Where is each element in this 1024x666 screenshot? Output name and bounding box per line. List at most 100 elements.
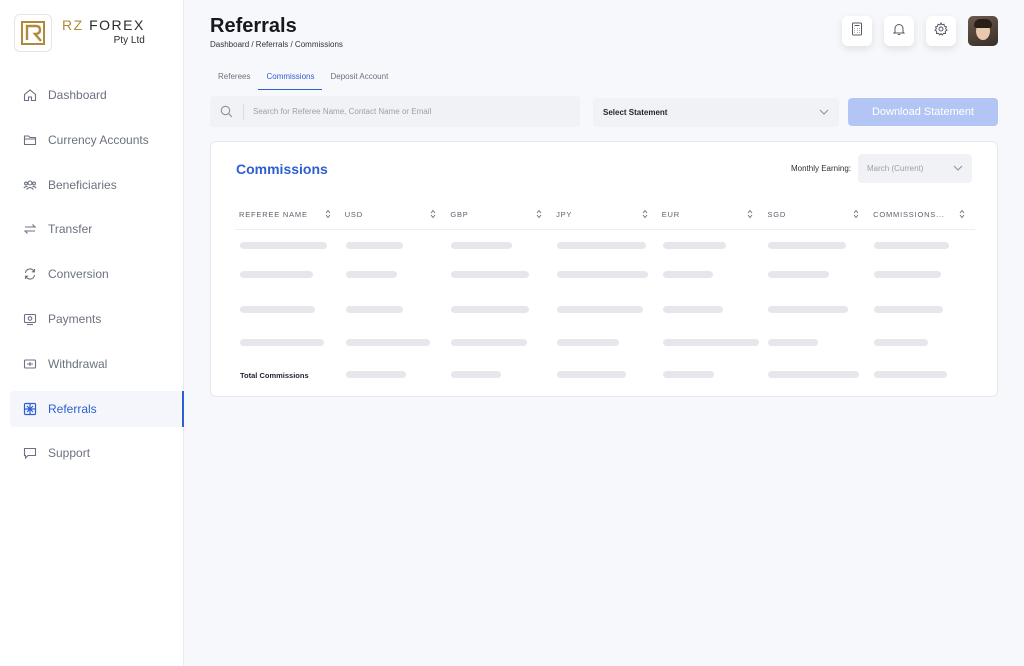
loading-placeholder: [451, 370, 502, 378]
download-statement-button[interactable]: Download Statement: [848, 98, 998, 126]
brand-subtitle: Pty Ltd: [113, 35, 145, 46]
table-header: REFEREE NAME USD GBP JPY EUR SGD COMMISS…: [235, 200, 975, 230]
sidebar-item-referrals[interactable]: Referrals: [10, 390, 184, 427]
loading-placeholder: [768, 241, 847, 249]
brand-name: RZ FOREX: [62, 17, 145, 33]
sidebar-item-payments[interactable]: Payments: [10, 301, 184, 337]
chevron-down-icon: [953, 164, 963, 173]
sidebar-item-label: Currency Accounts: [48, 132, 149, 147]
tab-commissions[interactable]: Commissions: [258, 68, 323, 90]
calculator-icon: [850, 22, 864, 41]
column-header-commissions[interactable]: COMMISSIONS...: [869, 200, 975, 229]
search-icon: [210, 103, 244, 120]
sidebar-item-beneficiaries[interactable]: Beneficiaries: [10, 167, 184, 203]
sidebar-item-label: Beneficiaries: [48, 177, 117, 192]
calculator-button[interactable]: [842, 16, 872, 46]
header-actions: [842, 16, 998, 46]
loading-placeholder: [557, 338, 620, 346]
sidebar-item-label: Conversion: [48, 267, 109, 282]
sidebar-item-label: Transfer: [48, 222, 93, 237]
column-header-usd[interactable]: USD: [341, 200, 447, 229]
main-content: Referrals Dashboard / Referrals / Commis…: [184, 0, 1024, 666]
sort-icon: [430, 209, 436, 221]
sidebar-item-currency-accounts[interactable]: Currency Accounts: [10, 122, 184, 158]
notifications-button[interactable]: [884, 16, 914, 46]
sidebar-nav: Dashboard Currency Accounts Beneficiarie…: [10, 77, 184, 480]
loading-placeholder: [451, 270, 530, 278]
loading-placeholder: [345, 270, 397, 278]
sidebar-item-dashboard[interactable]: Dashboard: [10, 77, 184, 113]
loading-placeholder: [451, 305, 530, 313]
settings-button[interactable]: [926, 16, 956, 46]
loading-placeholder: [345, 241, 403, 249]
loading-placeholder: [345, 370, 406, 378]
sidebar-item-label: Support: [48, 446, 91, 461]
search-input[interactable]: [253, 107, 553, 116]
sort-icon: [536, 209, 542, 221]
table-row[interactable]: [235, 325, 975, 359]
loading-placeholder: [662, 241, 726, 249]
loading-placeholder: [874, 241, 950, 249]
loading-placeholder: [557, 370, 627, 378]
sort-icon: [853, 209, 859, 221]
loading-placeholder: [240, 305, 315, 313]
page-title: Referrals: [210, 15, 297, 37]
table-row[interactable]: [235, 257, 975, 291]
loading-placeholder: [240, 270, 313, 278]
sidebar-item-withdrawal[interactable]: Withdrawal: [10, 346, 184, 382]
total-commissions-label: Total Commissions: [240, 371, 309, 380]
sidebar-item-label: Withdrawal: [48, 356, 108, 371]
column-header-sgd[interactable]: SGD: [763, 200, 869, 229]
loading-placeholder: [874, 270, 942, 278]
statement-select[interactable]: Select Statement: [593, 98, 839, 127]
column-header-gbp[interactable]: GBP: [446, 200, 552, 229]
loading-placeholder: [768, 305, 849, 313]
sort-icon: [959, 209, 965, 221]
refresh-icon: [22, 266, 38, 282]
monthly-earning-select[interactable]: March (Current): [858, 154, 972, 183]
sidebar-item-label: Referrals: [48, 401, 97, 416]
payment-icon: [22, 311, 38, 327]
sidebar: RZ FOREX Pty Ltd Dashboard Currency Acco…: [0, 0, 184, 666]
loading-placeholder: [451, 241, 513, 249]
sidebar-item-conversion[interactable]: Conversion: [10, 256, 184, 292]
sort-icon: [642, 209, 648, 221]
brand[interactable]: RZ FOREX Pty Ltd: [14, 14, 145, 52]
sort-icon: [325, 209, 331, 221]
loading-placeholder: [345, 305, 403, 313]
table-row[interactable]: [235, 292, 975, 326]
chevron-down-icon: [819, 108, 829, 117]
loading-placeholder: [768, 338, 819, 346]
column-header-jpy[interactable]: JPY: [552, 200, 658, 229]
commissions-card: Commissions Monthly Earning: March (Curr…: [210, 141, 998, 397]
rz-forex-logo: [14, 14, 52, 52]
tab-referees[interactable]: Referees: [210, 68, 258, 90]
sidebar-item-transfer[interactable]: Transfer: [10, 211, 184, 247]
sort-icon: [747, 209, 753, 221]
loading-placeholder: [662, 305, 723, 313]
folder-icon: [22, 132, 38, 148]
loading-placeholder: [557, 305, 644, 313]
bell-icon: [892, 22, 906, 41]
statement-select-value: Select Statement: [603, 108, 668, 117]
loading-placeholder: [662, 338, 759, 346]
column-header-eur[interactable]: EUR: [658, 200, 764, 229]
loading-placeholder: [768, 370, 860, 378]
loading-placeholder: [874, 338, 929, 346]
loading-placeholder: [768, 270, 830, 278]
sidebar-item-support[interactable]: Support: [10, 435, 184, 471]
card-title: Commissions: [236, 161, 328, 177]
tab-deposit-account[interactable]: Deposit Account: [322, 68, 396, 90]
withdrawal-icon: [22, 356, 38, 372]
loading-placeholder: [874, 370, 948, 378]
loading-placeholder: [557, 270, 649, 278]
column-header-referee-name[interactable]: REFEREE NAME: [235, 200, 341, 229]
loading-placeholder: [662, 370, 714, 378]
monthly-earning-value: March (Current): [867, 164, 924, 173]
sidebar-item-label: Dashboard: [48, 88, 107, 102]
avatar[interactable]: [968, 16, 998, 46]
loading-placeholder: [240, 338, 324, 346]
chat-icon: [22, 445, 38, 461]
breadcrumb[interactable]: Dashboard / Referrals / Commissions: [210, 40, 343, 49]
monthly-earning-label: Monthly Earning:: [790, 164, 851, 173]
